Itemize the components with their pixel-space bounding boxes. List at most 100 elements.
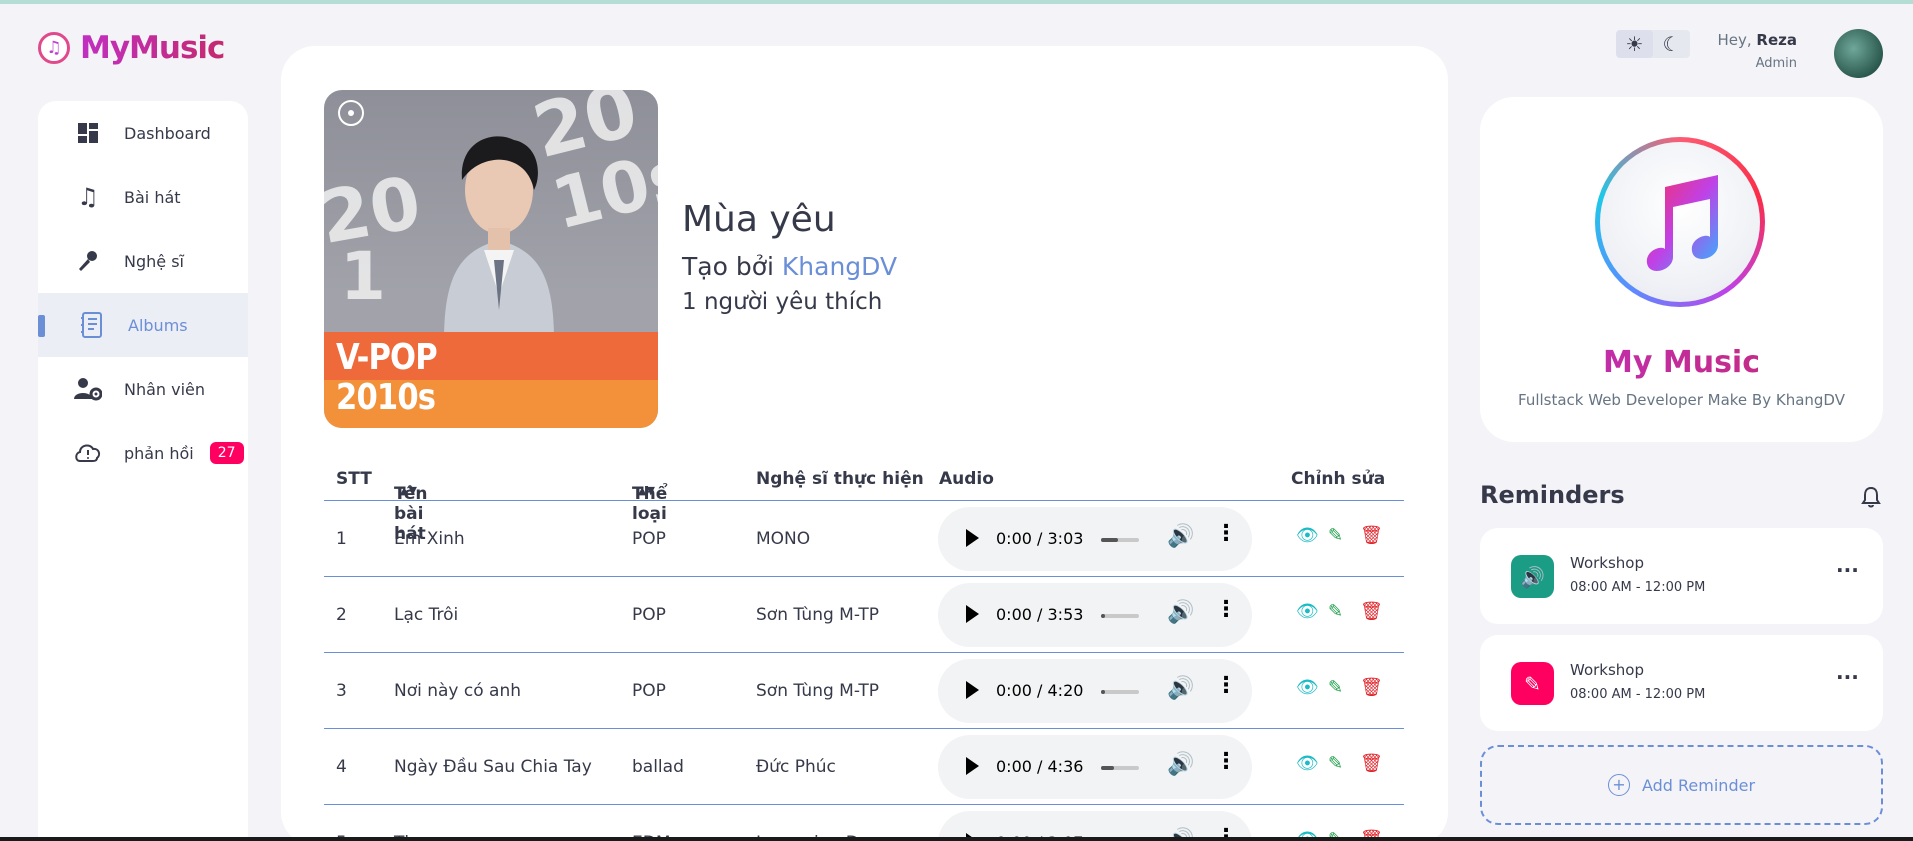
volume-icon: 🔊 [1511,555,1554,598]
table-header: STT Tên bài hát ▲▼ Thể loại ▲▼ Nghệ sĩ thự… [324,454,1404,544]
reminder-name: Workshop [1570,554,1645,572]
volume-slider-fill [1101,766,1115,770]
play-icon[interactable] [966,757,979,775]
singer-photo [444,136,554,340]
audio-player: 0:00 / 4:36 🔊 ⋮ [938,735,1252,799]
table-row: 5Thuy...EDMLangming D...0:00 / 3:07🔊⋮👁✎🗑 [324,805,1404,841]
reminder-card[interactable]: 🔊 Workshop 08:00 AM - 12:00 PM ··· [1480,528,1883,624]
cell-artist: MONO [756,529,811,549]
brand-logo[interactable]: ♫ MyMusic [38,30,225,66]
brand-name: MyMusic [80,30,225,66]
audio-player: 0:00 / 3:03 🔊 ⋮ [938,507,1252,571]
volume-slider-fill [1101,690,1105,694]
more-vertical-icon[interactable]: ⋮ [1215,673,1237,698]
cell-stt: 4 [336,757,347,777]
sun-icon[interactable]: ☀ [1616,30,1653,58]
volume-icon[interactable]: 🔊 [1167,676,1194,701]
window-bottom-edge [0,837,1913,841]
view-icon[interactable]: 👁 [1296,677,1319,698]
play-icon[interactable] [966,681,979,699]
cell-artist: Đức Phúc [756,757,836,777]
dashboard-icon [74,119,102,147]
more-vertical-icon[interactable]: ⋮ [1215,597,1237,622]
itunes-logo-icon [1595,137,1765,307]
reminder-time: 08:00 AM - 12:00 PM [1570,687,1706,702]
volume-slider[interactable] [1101,690,1139,694]
header-stt: STT [336,469,372,489]
cell-stt: 1 [336,529,347,549]
album-creator-line: Tạo bởi KhangDV [682,252,897,281]
delete-icon[interactable]: 🗑 [1360,601,1383,622]
sidebar-item-staff[interactable]: Nhân viên [38,357,248,421]
album-detail-panel: 20 10s 20 1 V-POP 2010s Mùa yêu Tạo bởi … [281,46,1448,841]
cell-genre: POP [632,681,666,701]
disc-icon [338,100,364,126]
delete-icon[interactable]: 🗑 [1360,525,1383,546]
edit-icon[interactable]: ✎ [1328,601,1343,622]
sidebar-item-label: Bài hát [124,187,181,207]
volume-slider[interactable] [1101,766,1139,770]
moon-icon[interactable]: ☾ [1653,30,1690,58]
microphone-icon [74,247,102,275]
album-title: Mùa yêu [682,199,836,240]
window-top-edge [0,0,1913,4]
add-reminder-button[interactable]: + Add Reminder [1480,745,1883,825]
more-vertical-icon[interactable]: ⋮ [1215,749,1237,774]
more-vertical-icon[interactable]: ⋮ [1215,521,1237,546]
volume-icon[interactable]: 🔊 [1167,524,1194,549]
sort-icon[interactable]: ▲▼ [638,484,655,497]
sidebar-item-feedback[interactable]: phản hồi 27 [38,421,248,485]
view-icon[interactable]: 👁 [1296,753,1319,774]
table-row: 4 Ngày Đầu Sau Chia Tay ballad Đức Phúc 0:00… [324,729,1404,805]
delete-icon[interactable]: 🗑 [1360,753,1383,774]
user-greeting: Hey, Reza [1700,31,1798,49]
user-name: Reza [1756,31,1797,49]
header-audio: Audio [939,469,994,489]
volume-icon[interactable]: 🔊 [1167,600,1194,625]
view-icon[interactable]: 👁 [1296,525,1319,546]
play-icon[interactable] [966,529,979,547]
cell-song-name: Em Xinh [394,529,465,549]
bell-icon[interactable] [1861,486,1881,513]
reminders-title: Reminders [1480,481,1625,509]
cell-genre: ballad [632,757,684,777]
album-likes: 1 người yêu thích [682,289,883,315]
sort-icon[interactable]: ▲▼ [400,484,417,497]
pencil-icon: ✎ [1511,662,1554,705]
more-horizontal-icon[interactable]: ··· [1836,558,1859,582]
sidebar-item-albums[interactable]: Albums [38,293,248,357]
music-note-icon: ♫ [77,183,99,211]
created-by-prefix: Tạo bởi [682,252,782,281]
edit-icon[interactable]: ✎ [1328,525,1343,546]
audio-player: 0:00 / 3:53 🔊 ⋮ [938,583,1252,647]
volume-slider[interactable] [1101,614,1139,618]
more-horizontal-icon[interactable]: ··· [1836,665,1859,689]
album-creator-link[interactable]: KhangDV [782,252,897,281]
itunes-note-icon: ♫ [38,32,70,64]
sidebar-item-artists[interactable]: Nghệ sĩ [38,229,248,293]
edit-icon[interactable]: ✎ [1328,677,1343,698]
view-icon[interactable]: 👁 [1296,601,1319,622]
sidebar-item-dashboard[interactable]: Dashboard [38,101,248,165]
cell-genre: POP [632,605,666,625]
sidebar-item-label: Albums [128,315,188,335]
sidebar-item-songs[interactable]: ♫ Bài hát [38,165,248,229]
table-row: 2 Lạc Trôi POP Sơn Tùng M-TP 0:00 / 3:53 🔊 ⋮ 👁 ✎… [324,577,1404,653]
play-icon[interactable] [966,605,979,623]
cell-song-name: Nơi này có anh [394,681,522,701]
cover-title: V-POP 2010s [336,337,438,418]
volume-slider[interactable] [1101,538,1139,542]
cover-year-text: 1 [340,238,386,315]
reminder-time: 08:00 AM - 12:00 PM [1570,580,1706,595]
volume-icon[interactable]: 🔊 [1167,752,1194,777]
audio-time: 0:00 / 4:36 [996,757,1084,776]
reminder-card[interactable]: ✎ Workshop 08:00 AM - 12:00 PM ··· [1480,635,1883,731]
avatar[interactable] [1834,29,1883,78]
songs-table: STT Tên bài hát ▲▼ Thể loại ▲▼ Nghệ sĩ thự… [324,454,1404,841]
theme-toggle[interactable]: ☀ ☾ [1616,30,1690,58]
sidebar-item-label: Dashboard [124,123,211,143]
delete-icon[interactable]: 🗑 [1360,677,1383,698]
sidebar-item-label: phản hồi [124,443,194,463]
edit-icon[interactable]: ✎ [1328,753,1343,774]
cell-song-name: Ngày Đầu Sau Chia Tay [394,757,592,777]
